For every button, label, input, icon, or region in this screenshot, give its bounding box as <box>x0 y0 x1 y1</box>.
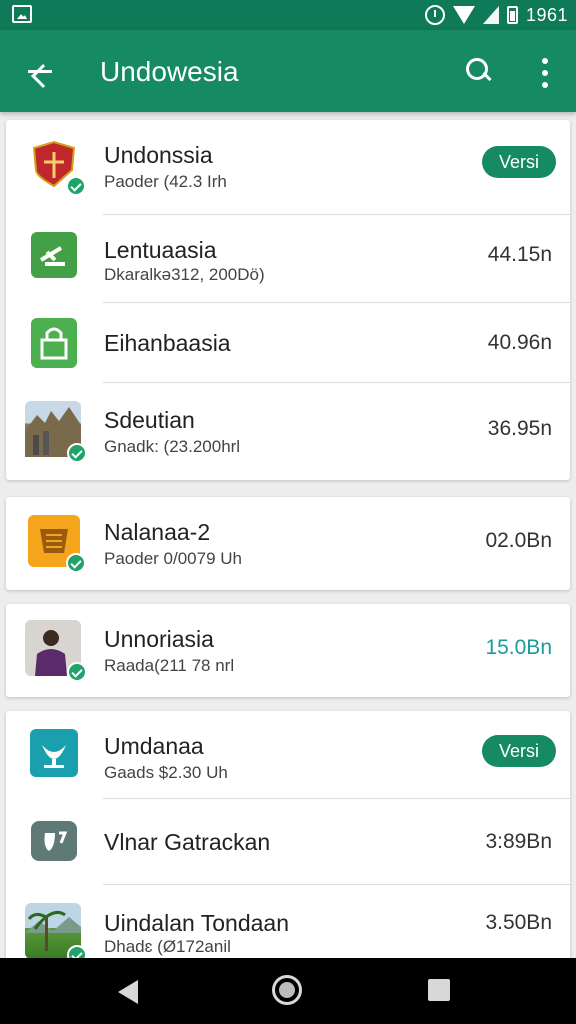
list-card: Nalanaa-2 Paoder 0/0079 Uh 02.0Bn <box>6 497 570 590</box>
item-value: 3.50Bn <box>485 911 552 934</box>
list-item[interactable]: Sdeutian Gnadk: (23.200hrl 36.95n <box>6 383 570 480</box>
item-subtitle: Paoder 0/0079 Uh <box>104 549 242 568</box>
more-options-icon[interactable] <box>532 56 558 90</box>
versi-button[interactable]: Versi <box>482 735 556 767</box>
list-item[interactable]: Eihanbaasia 40.96n <box>6 303 570 383</box>
item-title: Unnoriasia <box>104 626 214 652</box>
page-title: Undowesia <box>100 56 239 87</box>
battery-icon <box>506 6 518 24</box>
item-subtitle: Raada(211 78 nrl <box>104 656 235 675</box>
landscape-photo-icon <box>25 401 87 463</box>
item-subtitle: Gnadk: (23.200hrl <box>104 437 241 456</box>
alarm-icon <box>424 5 445 25</box>
list-item[interactable]: Lentuaasia Dkaralkə312, 200Dö) 44.15n <box>6 215 570 303</box>
nav-recents-icon[interactable] <box>428 979 450 1001</box>
list-item[interactable]: Umdanaa Gaads $2.30 Uh Versi <box>6 711 570 799</box>
shield-icon <box>31 821 77 861</box>
list-card: Undonssia Paoder (42.3 Irh Versi Lentuaa… <box>6 120 570 480</box>
installed-check-icon <box>67 443 87 463</box>
wifi-icon <box>452 6 475 24</box>
status-time: 1961 <box>525 4 568 25</box>
app-icon <box>30 729 78 777</box>
list-item[interactable]: Unnoriasia Raada(211 78 nrl 15.0Bn <box>6 604 570 697</box>
app-icon <box>31 232 77 278</box>
list-item[interactable]: Undonssia Paoder (42.3 Irh Versi <box>6 120 570 215</box>
status-icons: 1961 <box>424 3 568 27</box>
item-title: Lentuaasia <box>104 237 217 263</box>
item-value: 36.95n <box>487 417 552 440</box>
gallery-notification-icon <box>12 5 32 23</box>
item-subtitle: Dkaralkə312, 200Dö) <box>104 265 265 284</box>
list-card: Umdanaa Gaads $2.30 Uh Versi Vlnar Gatra… <box>6 711 570 965</box>
list-item[interactable]: Nalanaa-2 Paoder 0/0079 Uh 02.0Bn <box>6 497 570 590</box>
installed-check-icon <box>66 553 86 573</box>
search-icon[interactable] <box>462 54 496 88</box>
item-value: 40.96n <box>487 331 552 354</box>
app-bar: Undowesia <box>0 30 576 112</box>
nav-back-icon[interactable] <box>118 980 138 1004</box>
item-title: Nalanaa-2 <box>104 519 211 545</box>
palm-tree-photo-icon <box>25 903 87 965</box>
item-value: 02.0Bn <box>485 529 552 552</box>
installed-check-icon <box>67 662 87 682</box>
item-title: Eihanbaasia <box>104 330 231 356</box>
item-title: Uindalan Tondaan <box>104 910 290 936</box>
signal-icon <box>482 6 499 24</box>
item-value: 15.0Bn <box>485 636 552 659</box>
item-title: Undonssia <box>104 142 213 168</box>
installed-check-icon <box>66 176 86 196</box>
back-arrow-icon[interactable] <box>22 52 60 90</box>
portrait-photo-icon <box>25 620 87 682</box>
versi-button[interactable]: Versi <box>482 146 556 178</box>
nav-home-icon[interactable] <box>272 975 302 1005</box>
item-title: Vlnar Gatrackan <box>104 829 271 855</box>
item-subtitle: Paoder (42.3 Irh <box>104 172 227 191</box>
item-subtitle: Gaads $2.30 Uh <box>104 763 228 782</box>
item-value: 44.15n <box>487 243 552 266</box>
item-title: Sdeutian <box>104 407 195 433</box>
item-title: Umdanaa <box>104 733 204 759</box>
list-card: Unnoriasia Raada(211 78 nrl 15.0Bn <box>6 604 570 697</box>
status-bar: 1961 <box>0 0 576 30</box>
lock-icon <box>31 318 77 368</box>
coat-of-arms-icon <box>28 138 86 196</box>
item-value: 3:89Bn <box>485 830 552 853</box>
list-item[interactable]: Uindalan Tondaan Dhadɛ (Ø172anil 3.50Bn <box>6 885 570 965</box>
list-item[interactable]: Vlnar Gatrackan 3:89Bn <box>6 799 570 885</box>
item-subtitle: Dhadɛ (Ø172anil <box>104 937 231 956</box>
navigation-bar <box>0 958 576 1024</box>
app-icon <box>28 515 86 573</box>
